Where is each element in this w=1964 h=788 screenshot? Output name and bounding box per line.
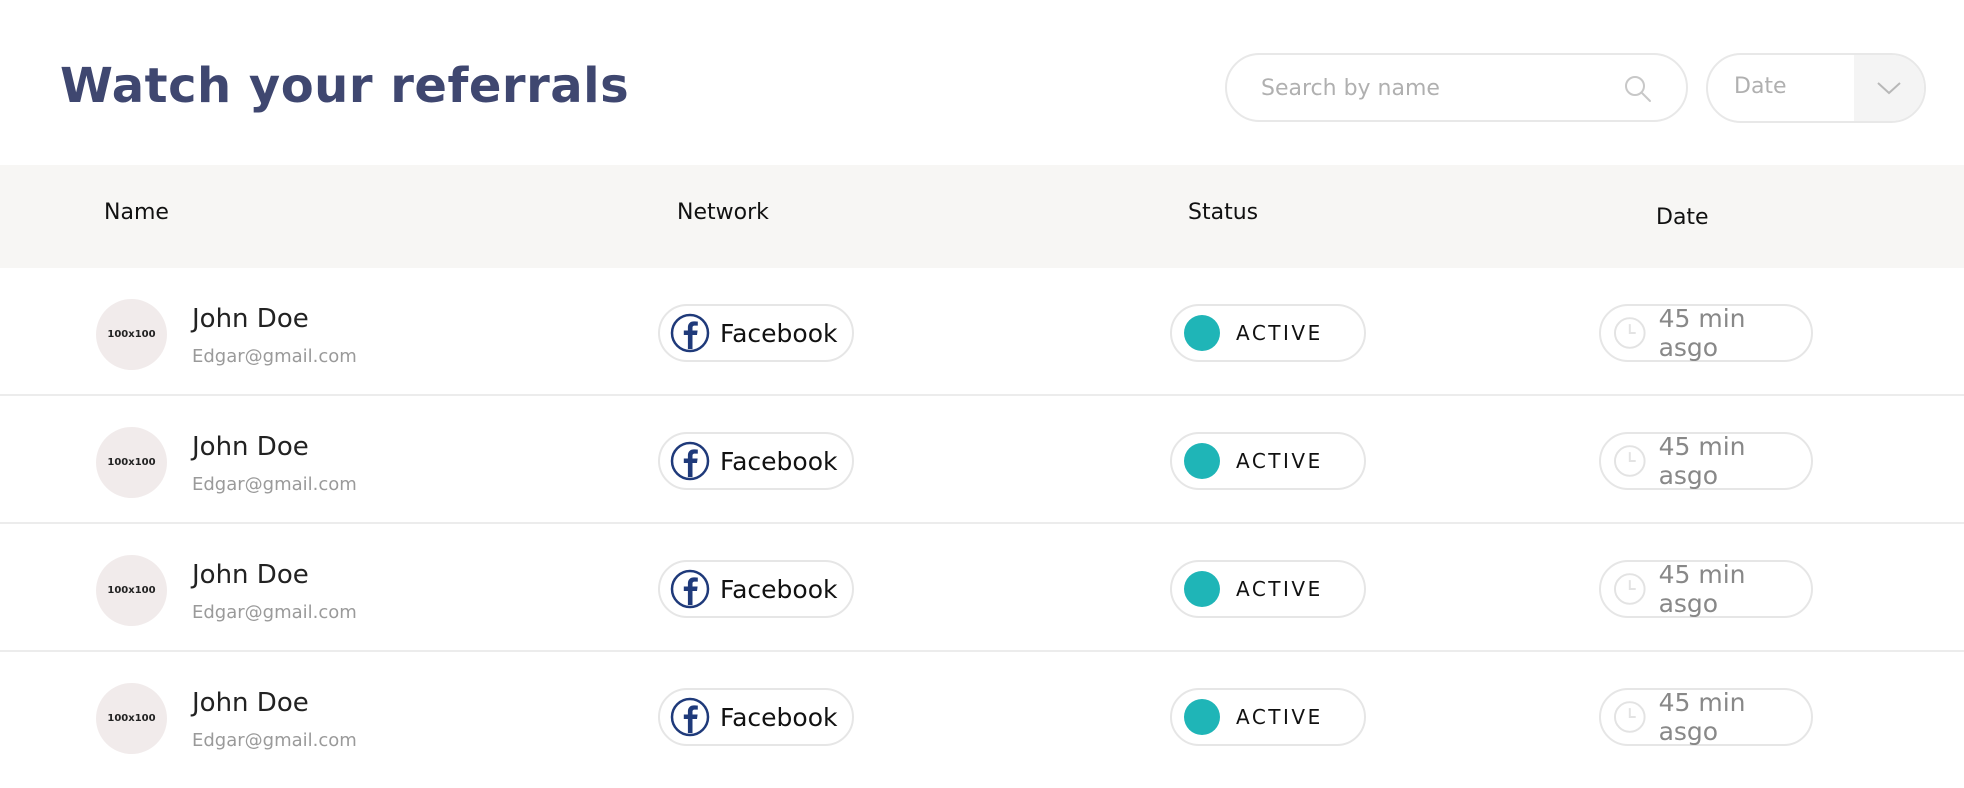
status-label: ACTIVE	[1236, 321, 1323, 345]
referrals-table-body: 100x100 John Doe Edgar@gmail.com Faceboo…	[0, 268, 1964, 780]
date-badge: 45 min asgo	[1599, 304, 1813, 362]
column-header-date: Date	[1656, 205, 1709, 230]
search-input[interactable]	[1261, 73, 1601, 103]
avatar: 100x100	[96, 427, 167, 498]
dropdown-toggle[interactable]	[1854, 55, 1924, 121]
network-badge: Facebook	[658, 688, 854, 746]
search-box[interactable]	[1225, 53, 1688, 122]
network-badge: Facebook	[658, 304, 854, 362]
status-label: ACTIVE	[1236, 449, 1323, 473]
referral-name: John Doe	[192, 688, 309, 718]
status-badge: ACTIVE	[1170, 560, 1366, 618]
referral-email: Edgar@gmail.com	[192, 346, 357, 367]
status-badge: ACTIVE	[1170, 304, 1366, 362]
referral-email: Edgar@gmail.com	[192, 730, 357, 751]
facebook-icon	[670, 313, 710, 353]
facebook-icon	[670, 697, 710, 737]
page-title: Watch your referrals	[60, 58, 630, 114]
date-label: 45 min asgo	[1658, 432, 1746, 490]
avatar: 100x100	[96, 555, 167, 626]
facebook-icon	[670, 569, 710, 609]
status-badge: ACTIVE	[1170, 688, 1366, 746]
referral-name: John Doe	[192, 560, 309, 590]
status-indicator-dot	[1184, 571, 1220, 607]
date-badge: 45 min asgo	[1599, 688, 1813, 746]
status-badge: ACTIVE	[1170, 432, 1366, 490]
table-row[interactable]: 100x100 John Doe Edgar@gmail.com Faceboo…	[0, 652, 1964, 780]
referral-name: John Doe	[192, 304, 309, 334]
date-label: 45 min asgo	[1658, 304, 1746, 362]
search-icon[interactable]	[1624, 75, 1652, 103]
referral-email: Edgar@gmail.com	[192, 602, 357, 623]
chevron-down-icon	[1877, 82, 1901, 95]
clock-icon	[1613, 701, 1646, 733]
network-label: Facebook	[720, 574, 838, 604]
column-header-name: Name	[104, 200, 169, 225]
avatar: 100x100	[96, 683, 167, 754]
table-row[interactable]: 100x100 John Doe Edgar@gmail.com Faceboo…	[0, 524, 1964, 652]
network-badge: Facebook	[658, 560, 854, 618]
facebook-icon	[670, 441, 710, 481]
referral-name: John Doe	[192, 432, 309, 462]
network-badge: Facebook	[658, 432, 854, 490]
sort-date-select[interactable]: Date	[1706, 53, 1926, 123]
network-label: Facebook	[720, 446, 838, 476]
status-indicator-dot	[1184, 315, 1220, 351]
table-header: Name Network Status Date	[0, 165, 1964, 268]
sort-select-value: Date	[1734, 74, 1787, 99]
date-badge: 45 min asgo	[1599, 560, 1813, 618]
column-header-network: Network	[677, 200, 769, 225]
clock-icon	[1613, 445, 1646, 477]
status-indicator-dot	[1184, 699, 1220, 735]
network-label: Facebook	[720, 318, 838, 348]
table-row[interactable]: 100x100 John Doe Edgar@gmail.com Faceboo…	[0, 268, 1964, 396]
date-label: 45 min asgo	[1658, 688, 1746, 746]
page-header: Watch your referrals Date	[0, 0, 1964, 165]
date-label: 45 min asgo	[1658, 560, 1746, 618]
date-badge: 45 min asgo	[1599, 432, 1813, 490]
status-label: ACTIVE	[1236, 705, 1323, 729]
referral-email: Edgar@gmail.com	[192, 474, 357, 495]
status-label: ACTIVE	[1236, 577, 1323, 601]
status-indicator-dot	[1184, 443, 1220, 479]
column-header-status: Status	[1188, 200, 1259, 225]
table-row[interactable]: 100x100 John Doe Edgar@gmail.com Faceboo…	[0, 396, 1964, 524]
clock-icon	[1613, 573, 1646, 605]
network-label: Facebook	[720, 702, 838, 732]
avatar: 100x100	[96, 299, 167, 370]
clock-icon	[1613, 317, 1646, 349]
